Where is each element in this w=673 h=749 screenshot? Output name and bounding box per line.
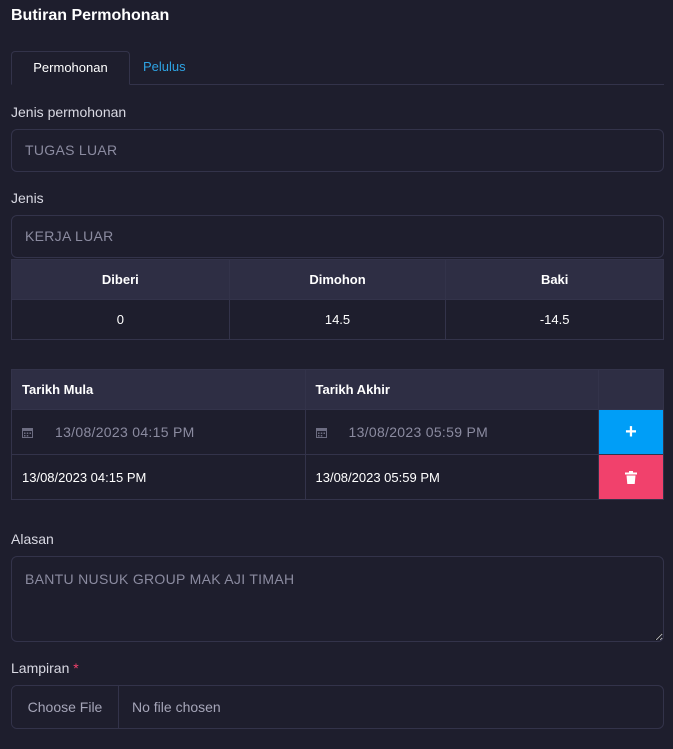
file-status: No file chosen: [132, 699, 221, 715]
end-date-input[interactable]: 13/08/2023 05:59 PM: [315, 424, 599, 440]
lampiran-label-text: Lampiran: [11, 660, 70, 676]
required-mark: *: [73, 660, 79, 676]
calendar-icon: [315, 427, 327, 438]
tab-bar: Permohonan Pelulus: [11, 51, 664, 85]
trash-icon: [625, 470, 637, 484]
date-row: 13/08/2023 04:15 PM 13/08/2023 05:59 PM: [11, 454, 664, 500]
start-date-input[interactable]: 13/08/2023 04:15 PM: [22, 424, 305, 440]
balance-row: 0 14.5 -14.5: [11, 299, 664, 340]
row-start-date: 13/08/2023 04:15 PM: [11, 454, 306, 500]
tab-pelulus[interactable]: Pelulus: [130, 51, 199, 85]
calendar-icon: [22, 427, 33, 438]
value-diberi: 0: [11, 299, 230, 340]
delete-date-button[interactable]: [599, 455, 663, 499]
page: Butiran Permohonan Permohonan Pelulus Je…: [0, 0, 673, 749]
balance-header-row: Diberi Dimohon Baki: [11, 259, 664, 300]
dates-header-row: Tarikh Mula Tarikh Akhir: [11, 369, 664, 410]
header-dimohon: Dimohon: [228, 259, 447, 300]
end-date-value: 13/08/2023 05:59 PM: [348, 424, 489, 440]
choose-file-button[interactable]: Choose File: [12, 686, 119, 728]
alasan-label: Alasan: [11, 531, 54, 547]
row-end-date: 13/08/2023 05:59 PM: [304, 454, 599, 500]
start-date-cell: 13/08/2023 04:15 PM: [11, 409, 306, 455]
jenis-label: Jenis: [11, 190, 44, 206]
plus-icon: +: [625, 420, 637, 443]
jenis-permohonan-field[interactable]: TUGAS LUAR: [11, 129, 664, 172]
page-title: Butiran Permohonan: [11, 7, 170, 24]
lampiran-label: Lampiran *: [11, 660, 79, 676]
jenis-field[interactable]: KERJA LUAR: [11, 215, 664, 258]
delete-button-cell: [598, 454, 664, 500]
file-input[interactable]: Choose File No file chosen: [11, 685, 664, 729]
header-baki: Baki: [445, 259, 664, 300]
header-action: [598, 369, 664, 410]
alasan-textarea[interactable]: BANTU NUSUK GROUP MAK AJI TIMAH: [11, 556, 664, 642]
balance-table: Diberi Dimohon Baki 0 14.5 -14.5: [11, 259, 664, 340]
value-dimohon: 14.5: [228, 299, 447, 340]
add-date-button[interactable]: +: [599, 410, 663, 454]
dates-input-row: 13/08/2023 04:15 PM 13/08/2023 05:59 PM: [11, 409, 664, 455]
header-tarikh-mula: Tarikh Mula: [11, 369, 306, 410]
header-diberi: Diberi: [11, 259, 230, 300]
add-button-cell: +: [598, 409, 664, 455]
start-date-value: 13/08/2023 04:15 PM: [55, 424, 195, 440]
jenis-permohonan-label: Jenis permohonan: [11, 104, 127, 120]
end-date-cell: 13/08/2023 05:59 PM: [304, 409, 599, 455]
dates-table: Tarikh Mula Tarikh Akhir 13/08/2023 04:1…: [11, 369, 664, 500]
tab-permohonan[interactable]: Permohonan: [11, 51, 130, 85]
header-tarikh-akhir: Tarikh Akhir: [304, 369, 599, 410]
value-baki: -14.5: [445, 299, 664, 340]
